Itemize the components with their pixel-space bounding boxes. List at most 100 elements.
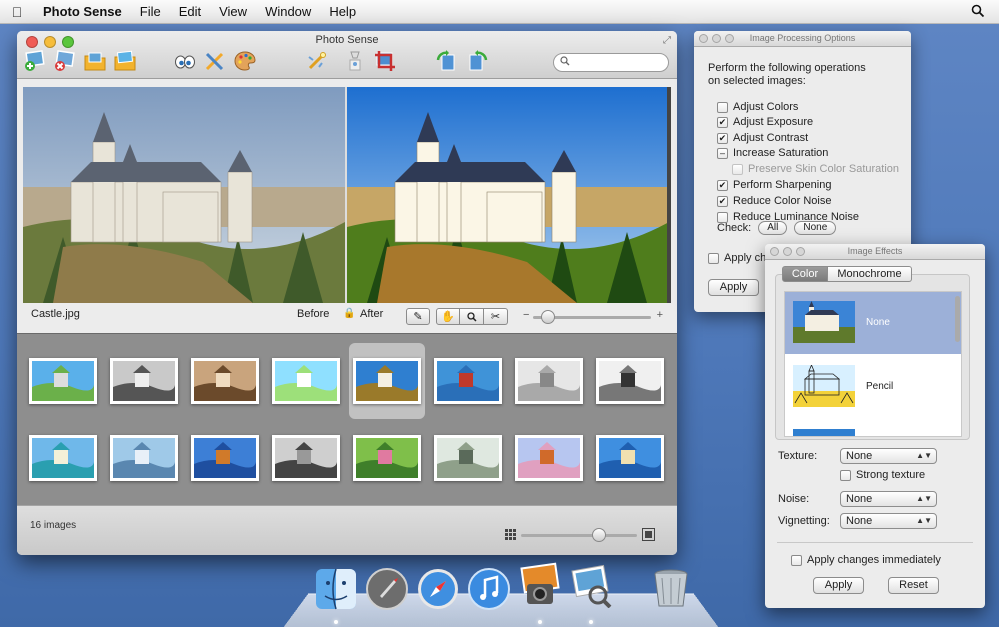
add-photo-icon[interactable] (23, 49, 47, 73)
zoom-slider-knob[interactable] (541, 310, 556, 324)
processing-option-checkbox[interactable]: ✔ (717, 179, 728, 191)
effects-reset-button[interactable]: Reset (888, 577, 939, 594)
finder-icon[interactable] (313, 566, 359, 612)
image-count: 16 images (30, 520, 77, 531)
pencil-icon[interactable]: ✎ (406, 308, 430, 325)
search-field[interactable] (553, 53, 669, 72)
effects-apply-button[interactable]: Apply (813, 577, 864, 594)
effects-title-bar: Image Effects (765, 244, 985, 260)
crop-icon[interactable] (373, 49, 397, 73)
thumbnail-beach[interactable] (596, 435, 664, 481)
strong-texture-row[interactable]: Strong texture (840, 468, 925, 482)
thumbnail-lake-reflection[interactable] (434, 435, 502, 481)
itunes-icon[interactable] (466, 566, 512, 612)
apply-changes-row[interactable]: Apply ch (708, 251, 766, 265)
tools-icon[interactable] (203, 49, 227, 73)
thumbnail-pier-bw[interactable] (596, 358, 664, 404)
photo-sense-icon[interactable] (517, 562, 563, 608)
effect-item-none[interactable]: None (785, 292, 961, 354)
menu-window[interactable]: Window (256, 4, 320, 19)
processing-option-row[interactable]: ✔ Reduce Color Noise (717, 194, 831, 208)
menu-view[interactable]: View (210, 4, 256, 19)
launchpad-icon[interactable] (364, 566, 410, 612)
tab-color[interactable]: Color (782, 266, 828, 282)
palette-icon[interactable] (233, 49, 257, 73)
thumbnail-castle[interactable] (353, 358, 421, 404)
thumbnail-cliffs[interactable] (29, 435, 97, 481)
before-after-preview[interactable] (23, 87, 671, 303)
effect-item-next[interactable] (785, 420, 961, 436)
effects-list[interactable]: None Pencil (784, 291, 962, 437)
processing-option-checkbox[interactable]: – (717, 147, 728, 159)
rotate-right-icon[interactable] (465, 49, 489, 73)
size-slider-knob[interactable] (592, 528, 607, 542)
menu-edit[interactable]: Edit (170, 4, 210, 19)
remove-photo-icon[interactable] (53, 49, 77, 73)
processing-option-checkbox[interactable]: ✔ (717, 195, 728, 207)
processing-apply-button[interactable]: Apply (708, 279, 759, 296)
thumbnail-size-slider[interactable] (505, 527, 655, 543)
spotlight-search-icon[interactable] (971, 4, 985, 21)
effects-tabs: Color Monochrome (782, 266, 940, 282)
processing-option-row[interactable]: – Increase Saturation (717, 146, 828, 160)
grid-large-icon[interactable] (642, 528, 655, 544)
erase-icon[interactable] (343, 49, 367, 73)
processing-option-checkbox[interactable] (717, 101, 728, 113)
thumbnail-cliffs-blue[interactable] (110, 435, 178, 481)
effect-item-pencil[interactable]: Pencil (785, 356, 961, 418)
thumbnail-boats[interactable] (434, 358, 502, 404)
grid-small-icon[interactable] (505, 529, 516, 543)
thumbnail-windmill[interactable] (29, 358, 97, 404)
magic-wand-icon[interactable] (305, 49, 329, 73)
vignetting-select[interactable]: None ▲▼ (840, 513, 937, 529)
check-all-button[interactable]: All (758, 221, 788, 235)
apply-immediately-checkbox[interactable] (791, 554, 802, 566)
thumbnail-image (356, 438, 418, 478)
after-image (345, 87, 667, 303)
fullscreen-icon[interactable]: ⤢ (663, 35, 671, 46)
processing-option-checkbox[interactable]: ✔ (717, 132, 728, 144)
thumbnail-pier-faded[interactable] (515, 358, 583, 404)
photos-icon[interactable] (113, 49, 137, 73)
processing-option-row[interactable]: ✔ Adjust Contrast (717, 131, 808, 145)
apple-icon[interactable]:  (0, 4, 34, 20)
zoom-icon[interactable] (460, 308, 484, 325)
processing-option-row[interactable]: Adjust Colors (717, 100, 798, 114)
preview-icon[interactable] (568, 562, 614, 609)
menu-help[interactable]: Help (320, 4, 365, 19)
after-label: After (360, 308, 384, 320)
apply-immediately-row[interactable]: Apply changes immediately (791, 553, 941, 567)
effect-none-label: None (866, 317, 890, 328)
safari-icon[interactable] (415, 566, 461, 612)
thumbnail-windmill-bw[interactable] (110, 358, 178, 404)
zoom-slider[interactable]: − + (523, 309, 663, 325)
tab-monochrome[interactable]: Monochrome (828, 266, 912, 282)
processing-option-checkbox[interactable]: ✔ (717, 116, 728, 128)
effects-scrollbar[interactable] (955, 296, 960, 342)
processing-option-label: Increase Saturation (733, 147, 829, 159)
rotate-left-icon[interactable] (435, 49, 459, 73)
eyes-icon[interactable] (173, 49, 197, 73)
thumbnail-lake-sunset[interactable] (515, 435, 583, 481)
strong-texture-checkbox[interactable] (840, 469, 851, 481)
menu-file[interactable]: File (131, 4, 170, 19)
processing-option-row[interactable]: ✔ Perform Sharpening (717, 178, 831, 192)
menu-app-name[interactable]: Photo Sense (34, 4, 131, 19)
noise-select[interactable]: None ▲▼ (840, 491, 937, 507)
check-none-button[interactable]: None (794, 221, 837, 235)
open-folder-icon[interactable] (83, 49, 107, 73)
hand-icon[interactable]: ✋ (436, 308, 460, 325)
lock-icon[interactable]: 🔒 (343, 308, 355, 319)
thumbnail-windmill-sepia[interactable] (191, 358, 259, 404)
apply-changes-checkbox[interactable] (708, 252, 719, 264)
intro-line-2: on selected images: (708, 75, 806, 87)
thumbnail-lake-autumn[interactable] (191, 435, 259, 481)
texture-select[interactable]: None ▲▼ (840, 448, 937, 464)
preview-tools: ✎ ✋ ✂ (406, 308, 508, 325)
thumbnail-girl-grass[interactable] (353, 435, 421, 481)
crop-tool-icon[interactable]: ✂ (484, 308, 508, 325)
trash-icon[interactable] (648, 565, 694, 611)
processing-option-row[interactable]: ✔ Adjust Exposure (717, 115, 813, 129)
thumbnail-lake-bw[interactable] (272, 435, 340, 481)
thumbnail-windmill-bright[interactable] (272, 358, 340, 404)
